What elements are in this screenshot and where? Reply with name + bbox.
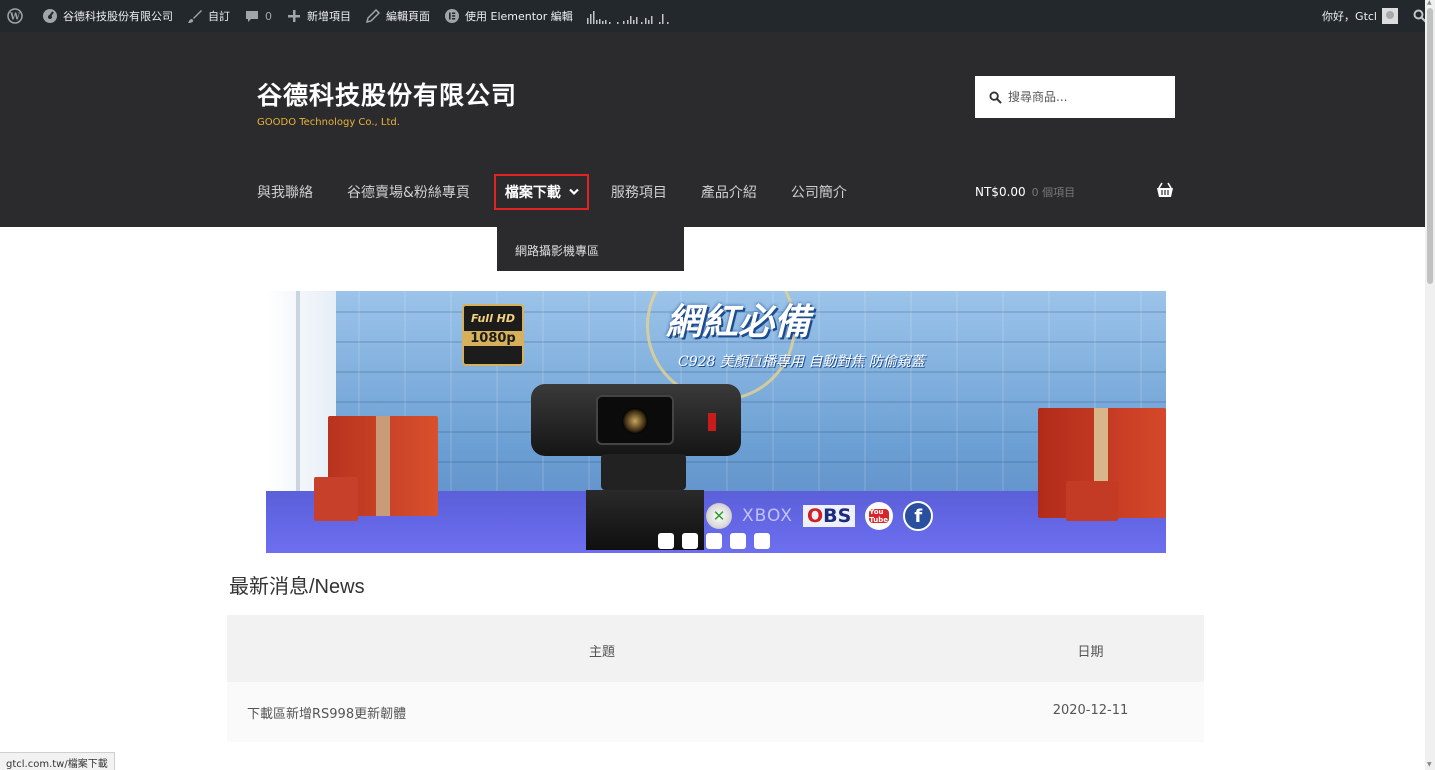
edit-page-label: 編輯頁面 [386,10,430,23]
edit-page-button[interactable]: 編輯頁面 [358,0,437,32]
fullhd-line2: 1080p [464,331,522,346]
webcam-clip [601,454,686,490]
webcam-lens [622,408,648,434]
gift-box-image [314,477,358,521]
news-table: 主題 日期 下載區新增RS998更新韌體 2020-12-11 [227,615,1204,742]
column-header-date: 日期 [1077,645,1104,660]
nav-item-downloads-label: 檔案下載 [504,185,561,201]
site-header: 谷德科技股份有限公司 GOODO Technology Co., Ltd. 與我… [0,32,1425,227]
nav-item-products[interactable]: 產品介紹 [701,182,757,202]
comments-button[interactable]: 0 [237,0,279,32]
youtube-logo-text: You Tube [869,508,890,524]
pencil-icon [365,8,381,24]
search-icon [989,90,1002,104]
site-name-label: 谷德科技股份有限公司 [63,10,173,23]
slider-dot[interactable] [682,533,698,549]
fullhd-badge: Full HD 1080p [462,304,524,366]
admin-bar: W 谷德科技股份有限公司 自訂 0 新增項目 編輯頁面 使用 Elementor… [0,0,1435,32]
cart-summary[interactable]: NT$0.00 0 個項目 [975,184,1075,200]
paintbrush-icon [187,8,203,24]
scrollbar-thumb[interactable] [1427,8,1433,284]
product-search-input[interactable] [1008,90,1158,104]
slider-dots [658,533,770,549]
new-item-label: 新增項目 [307,10,351,23]
dropdown-item-webcam[interactable]: 網路攝影機專區 [515,242,684,259]
stats-sparkline-icon [586,11,669,24]
avatar [1382,8,1398,24]
basket-icon[interactable] [1156,182,1174,198]
nav-item-store-fanpage[interactable]: 谷德賣場&粉絲專頁 [347,182,470,202]
news-date: 2020-12-11 [1052,703,1129,718]
slider-dot[interactable] [658,533,674,549]
slider-dot[interactable] [706,533,722,549]
elementor-edit-button[interactable]: 使用 Elementor 編輯 [437,0,580,32]
banner-subslogan: C928 美顏直播專用 自動對焦 防偷窺蓋 [678,354,925,370]
banner-window [266,291,336,491]
scroll-down-arrow-icon[interactable]: ▼ [1427,762,1433,768]
greeting-label: 你好，Gtcl [1322,10,1377,23]
site-title[interactable]: 谷德科技股份有限公司 [257,76,517,112]
webcam-privacy-cover [708,413,716,431]
downloads-dropdown: 網路攝影機專區 [497,227,684,271]
svg-text:W: W [9,13,21,23]
facebook-logo-icon: f [903,501,934,531]
nav-item-contact[interactable]: 與我聯絡 [257,182,313,202]
dashboard-icon [42,8,58,24]
wordpress-icon: W [7,8,23,24]
news-table-header: 主題 日期 [227,615,1204,682]
customize-label: 自訂 [208,10,230,23]
user-account-menu[interactable]: 你好，Gtcl [1315,0,1405,32]
news-topic-link[interactable]: 下載區新增RS998更新韌體 [247,703,406,722]
news-heading: 最新消息/News [229,576,365,598]
youtube-logo-icon: You Tube [865,502,894,530]
stats-sparkline[interactable] [580,0,684,32]
browser-status-url: gtcl.com.tw/檔案下載 [0,752,115,770]
plus-icon [286,8,302,24]
cart-count: 0 個項目 [1031,186,1076,199]
nav-item-about[interactable]: 公司簡介 [791,182,847,202]
partner-logos: ✕ XBOX OBS You Tube f [706,501,934,531]
table-row: 下載區新增RS998更新韌體 2020-12-11 [227,682,1204,742]
site-description: GOODO Technology Co., Ltd. [257,117,400,128]
fullhd-line1: Full HD [471,312,515,325]
xbox-logo-icon: ✕ [706,503,732,529]
nav-item-downloads[interactable]: 檔案下載 [493,174,589,210]
gift-box-image [1066,481,1118,521]
xbox-logo-text: XBOX [742,506,793,526]
wordpress-logo-button[interactable]: W [0,0,35,32]
elementor-icon [444,8,460,24]
slider-dot[interactable] [754,533,770,549]
hero-banner[interactable]: Full HD 1080p 網紅必備 C928 美顏直播專用 自動對焦 防偷窺蓋… [266,291,1166,553]
obs-logo: OBS [802,505,856,527]
chevron-down-icon [569,188,579,196]
site-name-menu[interactable]: 谷德科技股份有限公司 [35,0,180,32]
primary-nav: 與我聯絡 谷德賣場&粉絲專頁 檔案下載 服務項目 產品介紹 公司簡介 [257,174,881,210]
product-search-box[interactable] [975,76,1175,118]
scroll-up-arrow-icon[interactable]: ▲ [1427,0,1433,6]
nav-item-services[interactable]: 服務項目 [611,182,667,202]
banner-slogan: 網紅必備 [666,301,811,343]
customize-button[interactable]: 自訂 [180,0,237,32]
comment-icon [244,8,260,24]
cart-amount: NT$0.00 [975,185,1026,199]
elementor-label: 使用 Elementor 編輯 [465,10,573,23]
comments-count: 0 [265,9,272,23]
slider-dot[interactable] [730,533,746,549]
column-header-topic: 主題 [588,645,615,660]
new-item-button[interactable]: 新增項目 [279,0,358,32]
